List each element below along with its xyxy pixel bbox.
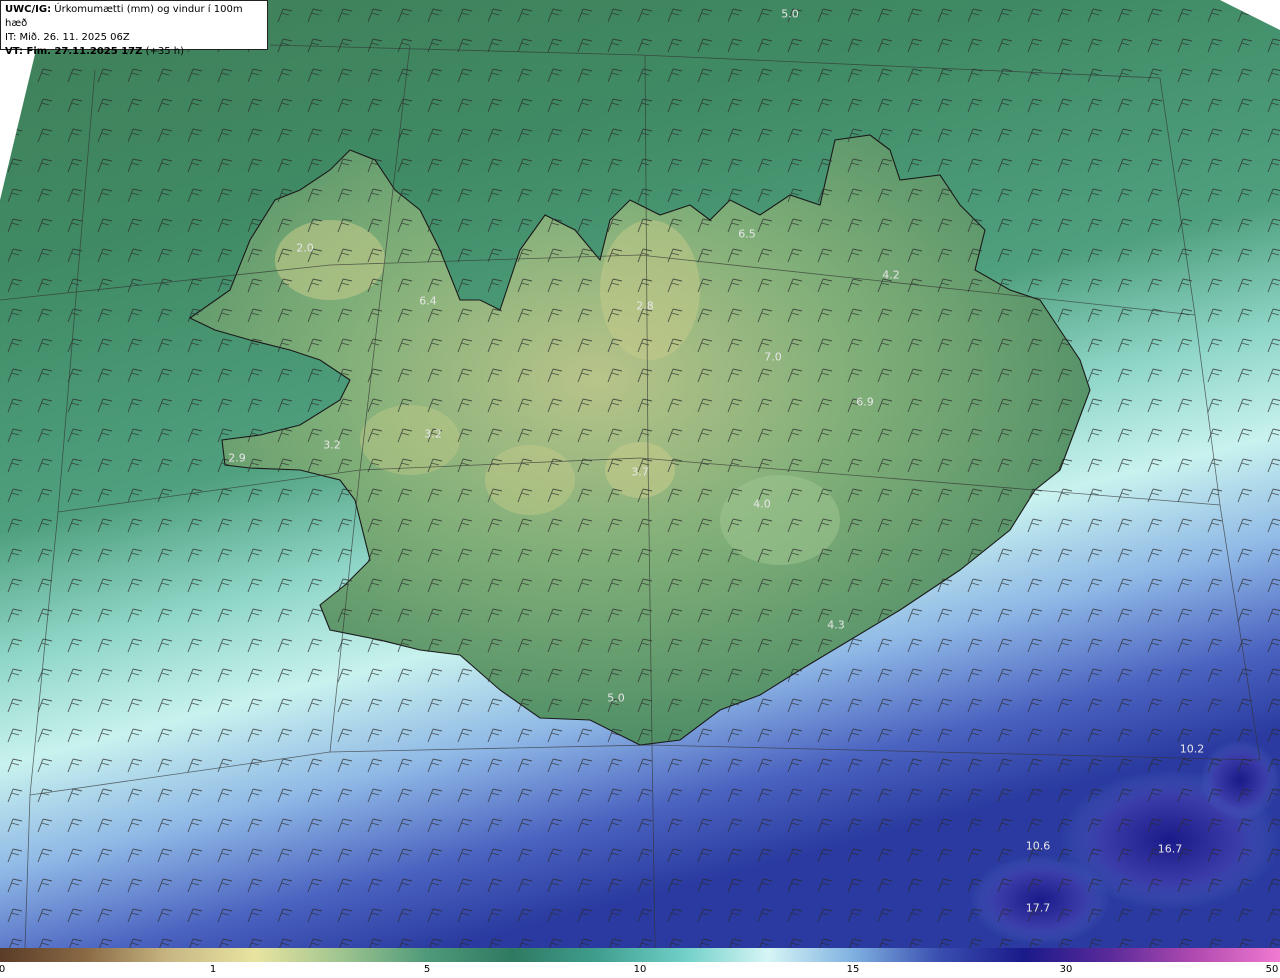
value-label-southeast-sea: 10.2 bbox=[1179, 742, 1205, 756]
product-code: UWC/IG: bbox=[5, 4, 52, 15]
value-label-westfjords-north: 2.0 bbox=[296, 241, 314, 255]
value-label-northeast-coast: 6.5 bbox=[738, 227, 756, 241]
value-label-north-sea: 5.0 bbox=[781, 7, 799, 21]
value-label-south-coast: 5.0 bbox=[607, 691, 625, 705]
value-label-east-highlands: 6.9 bbox=[856, 395, 874, 409]
value-label-southeast: 4.3 bbox=[827, 618, 845, 632]
value-label-north-central: 2.8 bbox=[636, 299, 654, 313]
colorbar-tick-0: 0 bbox=[0, 964, 6, 975]
colorbar-tick-1: 1 bbox=[209, 964, 217, 975]
value-label-northeast-inland: 4.2 bbox=[882, 268, 900, 282]
value-label-vatnajokull-west: 4.0 bbox=[753, 497, 771, 511]
issue-time: IT: Mið. 26. 11. 2025 06Z bbox=[5, 32, 130, 43]
colorbar-tick-5: 5 bbox=[423, 964, 431, 975]
value-label-hofsjokull: 3.7 bbox=[631, 465, 649, 479]
map-title-box: UWC/IG: Úrkomumætti (mm) og vindur í 100… bbox=[0, 0, 268, 57]
colorbar-tick-10: 10 bbox=[633, 964, 647, 975]
valid-time: VT: Fim. 27.11.2025 17Z bbox=[5, 46, 143, 57]
colorbar: 0 1 5 10 15 30 50 bbox=[0, 948, 1280, 978]
colorbar-ticks: 0 1 5 10 15 30 50 bbox=[0, 962, 1280, 978]
colorbar-tick-50: 50 bbox=[1265, 964, 1279, 975]
value-label-borgarfjordur: 3.2 bbox=[424, 427, 442, 441]
colorbar-tick-15: 15 bbox=[846, 964, 860, 975]
value-label-snaefellsnes: 3.2 bbox=[323, 438, 341, 452]
colorbar-strip bbox=[0, 948, 1280, 962]
value-label-snaefellsnes-tip: 2.9 bbox=[228, 451, 246, 465]
value-label-far-southeast: 16.7 bbox=[1157, 842, 1183, 856]
value-label-south-sea: 10.6 bbox=[1025, 839, 1051, 853]
value-label-westfjords-east: 6.4 bbox=[419, 294, 437, 308]
value-label-north-highlands: 7.0 bbox=[764, 350, 782, 364]
colorbar-tick-30: 30 bbox=[1059, 964, 1073, 975]
forecast-offset: (+35 h) bbox=[145, 46, 184, 57]
value-label-south-bottom: 17.7 bbox=[1025, 901, 1051, 915]
